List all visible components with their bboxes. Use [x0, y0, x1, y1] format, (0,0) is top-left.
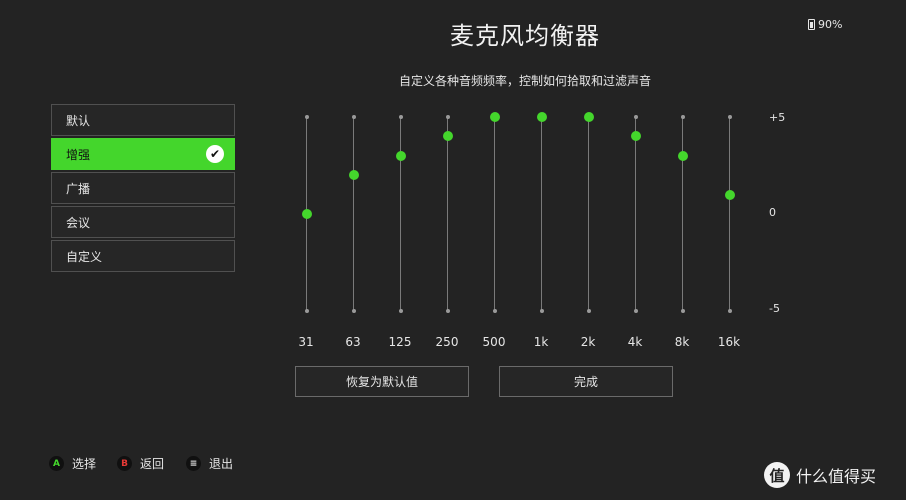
footer-exit[interactable]: ≡ 退出 — [186, 455, 233, 472]
eq-slider-endpoint — [492, 309, 497, 313]
footer-select[interactable]: A 选择 — [49, 455, 96, 472]
eq-frequency-label: 2k — [580, 335, 596, 349]
watermark: 值 什么值得买 — [764, 462, 876, 488]
footer-select-label: 选择 — [72, 457, 97, 471]
eq-slider-track[interactable] — [729, 117, 730, 311]
eq-slider-endpoint — [633, 309, 638, 313]
eq-slider-endpoint — [727, 309, 732, 313]
eq-slider-knob[interactable] — [301, 209, 312, 219]
eq-slider-track[interactable] — [353, 117, 354, 311]
footer-exit-label: 退出 — [209, 457, 234, 471]
eq-frequency-label: 500 — [482, 335, 506, 349]
eq-slider-knob[interactable] — [489, 112, 500, 122]
a-button-icon: A — [49, 456, 64, 471]
equalizer: 31 63 125 250 500 1k 2k 4k 8k 16k — [0, 0, 906, 500]
eq-slider-endpoint — [445, 309, 450, 313]
eq-frequency-label: 1k — [533, 335, 549, 349]
eq-slider-track[interactable] — [682, 117, 683, 311]
eq-slider-endpoint — [633, 115, 638, 119]
eq-frequency-label: 8k — [674, 335, 690, 349]
eq-slider-endpoint — [351, 309, 356, 313]
eq-slider-knob[interactable] — [536, 112, 547, 122]
eq-slider-endpoint — [351, 115, 356, 119]
eq-slider-endpoint — [680, 309, 685, 313]
eq-slider-endpoint — [727, 115, 732, 119]
eq-slider-knob[interactable] — [583, 112, 594, 122]
eq-slider-knob[interactable] — [724, 189, 735, 200]
eq-slider-knob[interactable] — [442, 131, 453, 142]
eq-slider-endpoint — [680, 115, 685, 119]
eq-slider-knob[interactable] — [395, 150, 406, 161]
eq-slider-knob[interactable] — [677, 150, 688, 161]
eq-frequency-label: 31 — [298, 335, 314, 349]
eq-slider-knob[interactable] — [630, 131, 641, 142]
eq-slider-endpoint — [539, 309, 544, 313]
eq-slider-track[interactable] — [541, 117, 542, 311]
footer-back-label: 返回 — [140, 457, 165, 471]
eq-slider-endpoint — [304, 309, 309, 313]
eq-slider-endpoint — [398, 309, 403, 313]
eq-slider-track[interactable] — [400, 117, 401, 311]
eq-slider-track[interactable] — [588, 117, 589, 311]
reset-default-button[interactable]: 恢复为默认值 — [295, 366, 469, 397]
eq-slider-endpoint — [586, 309, 591, 313]
eq-slider-track[interactable] — [635, 117, 636, 311]
footer-back[interactable]: B 返回 — [117, 455, 164, 472]
eq-frequency-label: 63 — [345, 335, 361, 349]
watermark-logo-icon: 值 — [764, 462, 790, 488]
eq-frequency-label: 4k — [627, 335, 643, 349]
eq-slider-knob[interactable] — [348, 170, 359, 181]
menu-icon: ≡ — [186, 456, 201, 471]
eq-frequency-label: 125 — [388, 335, 412, 349]
watermark-text: 什么值得买 — [796, 467, 877, 486]
done-button[interactable]: 完成 — [499, 366, 673, 397]
eq-slider-endpoint — [445, 115, 450, 119]
eq-slider-endpoint — [398, 115, 403, 119]
eq-slider-track[interactable] — [447, 117, 448, 311]
eq-slider-track[interactable] — [494, 117, 495, 311]
eq-frequency-label: 250 — [435, 335, 459, 349]
b-button-icon: B — [117, 456, 132, 471]
scale-bottom-label: -5 — [769, 302, 780, 315]
eq-slider-endpoint — [304, 115, 309, 119]
eq-frequency-label: 16k — [717, 335, 741, 349]
scale-top-label: +5 — [769, 111, 786, 124]
scale-mid-label: 0 — [769, 206, 776, 219]
